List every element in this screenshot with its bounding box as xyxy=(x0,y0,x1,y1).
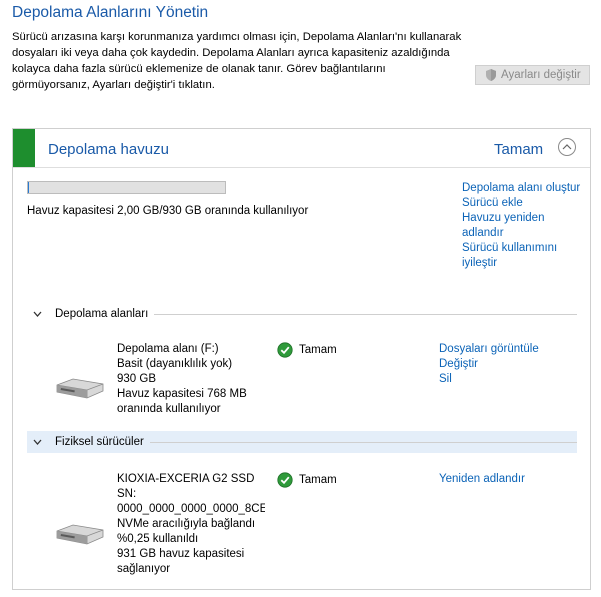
storage-space-usage: Havuz kapasitesi 768 MB oranında kullanı… xyxy=(117,388,247,415)
drive-used: %0,25 kullanıldı xyxy=(117,533,199,545)
rename-pool-link[interactable]: Havuzu yeniden adlandır xyxy=(462,211,582,241)
storage-pool-panel: Depolama havuzu Tamam Havuz kapasitesi 2… xyxy=(12,128,591,590)
storage-spaces-label: Depolama alanları xyxy=(55,308,149,320)
collapse-button[interactable] xyxy=(558,138,576,156)
section-divider xyxy=(149,441,577,443)
physical-drives-label: Fiziksel sürücüler xyxy=(55,436,144,448)
delete-link[interactable]: Sil xyxy=(439,372,539,387)
hard-drive-icon xyxy=(56,378,104,399)
pool-header: Depolama havuzu Tamam xyxy=(13,129,590,168)
page-title: Depolama Alanlarını Yönetin xyxy=(12,4,209,21)
drive-actions: Yeniden adlandır xyxy=(439,472,525,487)
storage-spaces-section-header[interactable]: Depolama alanları xyxy=(27,303,577,325)
storage-space-size: 930 GB xyxy=(117,373,156,385)
pool-status: Tamam xyxy=(494,141,544,158)
chevron-down-icon xyxy=(33,311,47,317)
check-circle-icon xyxy=(277,342,293,358)
check-circle-icon xyxy=(277,472,293,488)
drive-serial: 0000_0000_0000_0000_8CE3_ xyxy=(117,503,265,515)
storage-space-actions: Dosyaları görüntüle Değiştir Sil xyxy=(439,342,539,387)
change-link[interactable]: Değiştir xyxy=(439,357,539,372)
section-divider xyxy=(154,313,577,315)
view-files-link[interactable]: Dosyaları görüntüle xyxy=(439,342,539,357)
create-storage-space-link[interactable]: Depolama alanı oluştur xyxy=(462,181,582,196)
physical-drives-section-header[interactable]: Fiziksel sürücüler xyxy=(27,431,577,453)
change-settings-label: Ayarları değiştir xyxy=(501,69,581,81)
change-settings-button[interactable]: Ayarları değiştir xyxy=(475,65,590,85)
drive-provides: 931 GB havuz kapasitesi sağlanıyor xyxy=(117,548,245,575)
pool-usage-bar xyxy=(27,181,226,194)
storage-space-info: Depolama alanı (F:) Basit (dayanıklılık … xyxy=(117,342,277,417)
add-drives-link[interactable]: Sürücü ekle xyxy=(462,196,582,211)
storage-space-name: Depolama alanı (F:) xyxy=(117,343,219,355)
physical-drive-info: KIOXIA-EXCERIA G2 SSD SN: 0000_0000_0000… xyxy=(117,472,265,577)
drive-status: Tamam xyxy=(277,472,337,488)
optimize-drive-usage-link[interactable]: Sürücü kullanımını iyileştir xyxy=(462,241,582,271)
pool-actions: Depolama alanı oluştur Sürücü ekle Havuz… xyxy=(462,181,582,271)
chevron-up-icon xyxy=(562,144,572,150)
rename-drive-link[interactable]: Yeniden adlandır xyxy=(439,472,525,487)
storage-space-resiliency: Basit (dayanıklılık yok) xyxy=(117,358,233,370)
shield-icon xyxy=(486,69,496,81)
pool-capacity-text: Havuz kapasitesi 2,00 GB/930 GB oranında… xyxy=(27,205,309,217)
drive-connection: NVMe aracılığıyla bağlandı xyxy=(117,518,256,530)
hard-drive-icon xyxy=(56,524,104,545)
pool-title: Depolama havuzu xyxy=(48,141,169,158)
drive-status-label: Tamam xyxy=(299,474,337,486)
drive-name: KIOXIA-EXCERIA G2 SSD xyxy=(117,473,255,485)
pool-status-bar xyxy=(13,129,35,167)
storage-space-status-label: Tamam xyxy=(299,344,337,356)
storage-space-status: Tamam xyxy=(277,342,337,358)
page-description: Sürücü arızasına karşı korunmanıza yardı… xyxy=(12,31,462,91)
chevron-down-icon xyxy=(33,439,47,445)
drive-serial-label: SN: xyxy=(117,488,137,500)
